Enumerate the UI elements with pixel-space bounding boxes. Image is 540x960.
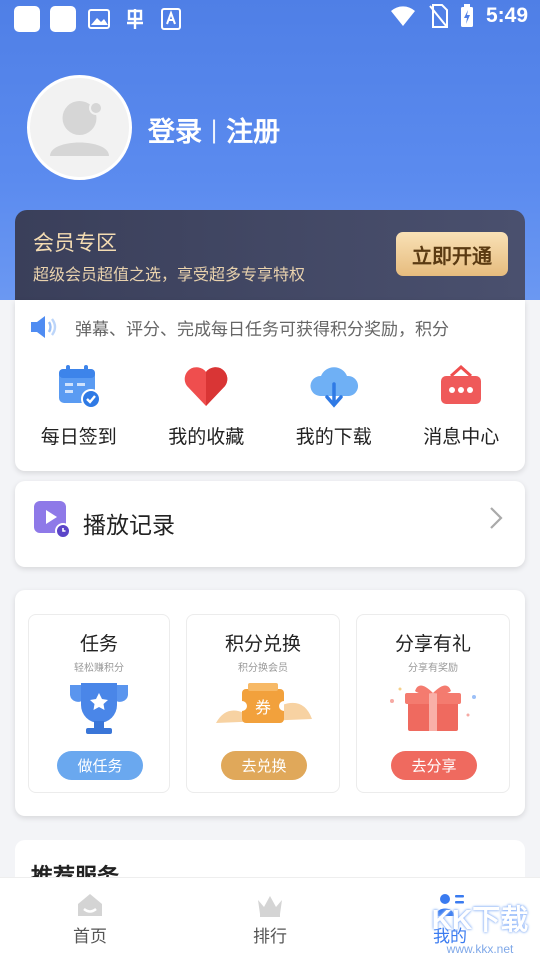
task-title: 分享有礼 — [394, 633, 471, 655]
task-subtitle: 分享有奖励 — [408, 663, 458, 674]
battery-charging-icon — [460, 4, 473, 27]
coupon-icon: 券 — [216, 683, 312, 723]
tab-label: 首页 — [73, 927, 107, 947]
vip-title: 会员专区 — [33, 231, 117, 255]
quick-action-label: 消息中心 — [423, 426, 500, 448]
notice-bar[interactable]: 弹幕、评分、完成每日任务可获得积分奖励，积分 — [29, 314, 470, 340]
watermark-text: KK下载 — [431, 904, 529, 935]
system-icons: 5:49 — [390, 4, 528, 28]
avatar[interactable] — [27, 75, 132, 180]
login-link[interactable]: 登录 — [148, 110, 202, 149]
separator: | — [210, 115, 219, 144]
tab-ranking[interactable]: 排行 — [180, 878, 360, 960]
quick-action-label: 我的收藏 — [168, 426, 245, 448]
task-title: 积分兑换 — [224, 633, 301, 655]
play-history-icon — [34, 501, 71, 539]
downloads-button[interactable]: 我的下载 — [270, 362, 398, 449]
calendar-check-icon — [58, 365, 101, 409]
quick-actions-card: 弹幕、评分、完成每日任务可获得积分奖励，积分 每日签到 我的收藏 我的下载 消息… — [15, 300, 525, 471]
daily-checkin-button[interactable]: 每日签到 — [15, 362, 143, 449]
message-center-button[interactable]: 消息中心 — [398, 362, 526, 449]
trophy-icon — [70, 683, 128, 734]
play-history-label: 播放记录 — [83, 513, 175, 539]
points-exchange-card[interactable]: 积分兑换 积分换会员 券 去兑换 — [186, 614, 340, 793]
task-card[interactable]: 任务 轻松赚积分 做任务 — [28, 614, 170, 793]
quick-action-label: 每日签到 — [40, 426, 117, 448]
task-title: 任务 — [79, 633, 118, 655]
watermark-url: www.kkx.net — [446, 942, 514, 956]
activate-vip-button[interactable]: 立即开通 — [396, 232, 508, 276]
notice-text: 弹幕、评分、完成每日任务可获得积分奖励，积分 — [75, 319, 449, 340]
home-icon — [78, 894, 102, 916]
task-subtitle: 轻松赚积分 — [74, 663, 124, 674]
share-card[interactable]: 分享有礼 分享有奖励 去分享 — [356, 614, 510, 793]
vip-banner[interactable]: 会员专区 超级会员超值之选，享受超多专享特权 立即开通 — [15, 210, 525, 302]
chevron-right-icon — [490, 507, 503, 529]
watermark: KK下载 www.kkx.net — [422, 896, 538, 958]
message-box-icon — [441, 364, 482, 404]
notification-icons — [14, 6, 184, 32]
wifi-icon — [390, 6, 415, 26]
no-sim-icon — [429, 4, 448, 28]
tab-home[interactable]: 首页 — [0, 878, 180, 960]
app-icon — [122, 6, 148, 32]
notification-icon — [14, 6, 40, 32]
speaker-icon — [31, 316, 57, 338]
svg-text:券: 券 — [255, 698, 271, 717]
register-link[interactable]: 注册 — [226, 110, 280, 149]
tab-label: 排行 — [253, 927, 287, 947]
status-bar: 5:49 — [0, 0, 540, 38]
crown-icon — [258, 896, 282, 917]
heart-icon — [184, 367, 228, 406]
do-task-button[interactable]: 做任务 — [57, 751, 143, 780]
default-user-icon — [50, 101, 109, 156]
notification-icon — [50, 6, 76, 32]
image-icon — [86, 6, 112, 32]
quick-action-label: 我的下载 — [295, 426, 372, 448]
font-icon — [158, 6, 184, 32]
task-subtitle: 积分换会员 — [238, 663, 288, 674]
play-history-row[interactable]: 播放记录 — [15, 481, 525, 567]
cloud-download-icon — [310, 367, 358, 408]
vip-subtitle: 超级会员超值之选，享受超多专享特权 — [33, 265, 306, 284]
login-register[interactable]: 登录 | 注册 — [148, 110, 280, 149]
share-button[interactable]: 去分享 — [391, 751, 477, 780]
gift-icon — [390, 685, 476, 731]
quick-actions: 每日签到 我的收藏 我的下载 消息中心 — [15, 362, 525, 449]
tasks-card: 任务 轻松赚积分 做任务 积分兑换 积分换会员 券 去兑换 分享有礼 分享有奖励… — [15, 590, 525, 816]
exchange-button[interactable]: 去兑换 — [221, 751, 307, 780]
favorites-button[interactable]: 我的收藏 — [143, 362, 271, 449]
clock: 5:49 — [485, 4, 528, 27]
